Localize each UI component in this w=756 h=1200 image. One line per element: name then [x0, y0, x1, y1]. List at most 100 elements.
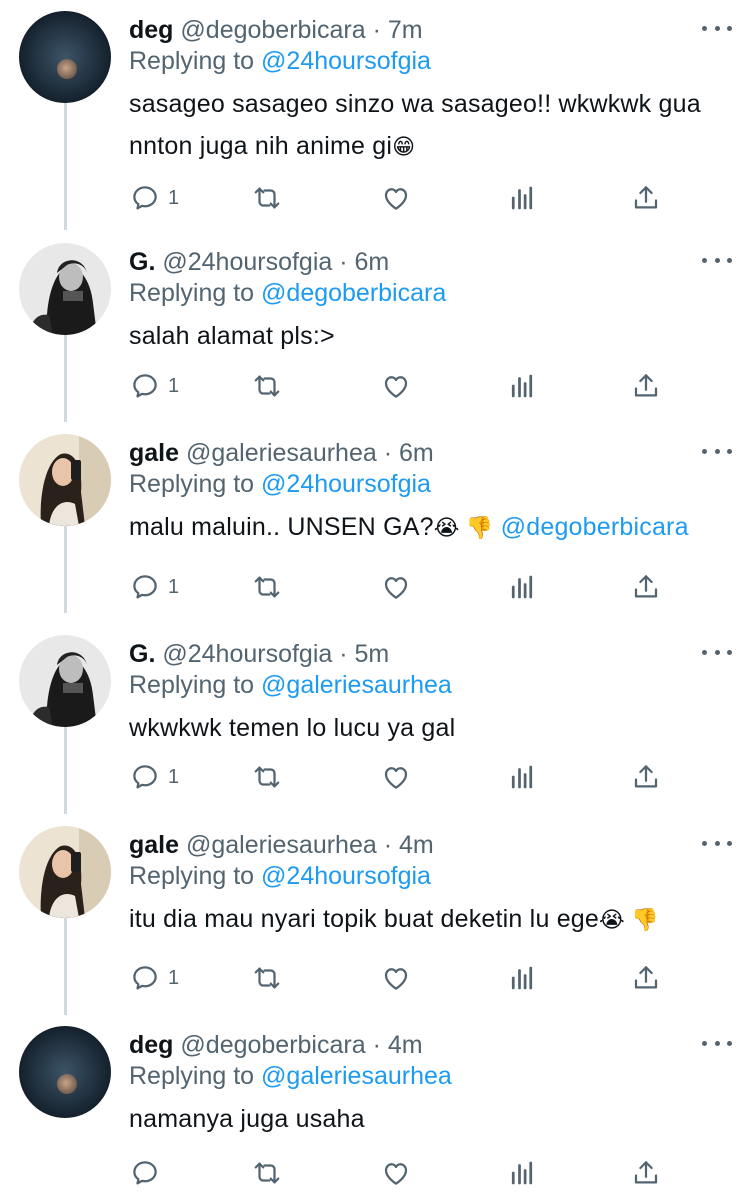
mirror-selfie-avatar-image [19, 434, 111, 526]
reply-count: 1 [168, 765, 180, 788]
text-mention[interactable]: @degoberbicara [501, 513, 689, 541]
avatar[interactable] [19, 243, 111, 335]
timestamp[interactable]: 6m [399, 439, 434, 467]
share-button[interactable] [631, 567, 661, 607]
tweet-text-line: salah alamat pls:> [129, 322, 335, 350]
display-name[interactable]: deg [129, 16, 173, 44]
like-button[interactable] [381, 567, 411, 607]
reply-icon [133, 966, 157, 990]
tweet[interactable]: G. @24hoursofgia · 5m Replying to @galer… [0, 624, 756, 814]
reply-button[interactable]: 1 [130, 958, 179, 998]
more-icon[interactable] [702, 18, 732, 38]
tweet[interactable]: gale @galeriesaurhea · 6m Replying to @2… [0, 423, 756, 613]
analytics-button[interactable] [507, 958, 537, 998]
tweet-text-line: itu dia mau nyari topik buat deketin lu … [129, 898, 729, 941]
timestamp[interactable]: 4m [399, 831, 434, 859]
tweet[interactable]: deg @degoberbicara · 4m Replying to @gal… [0, 1015, 756, 1200]
replying-to-mention[interactable]: @degoberbicara [261, 279, 446, 307]
tweet-header: deg @degoberbicara · 7m [129, 15, 423, 45]
retweet-icon [254, 766, 280, 788]
display-name[interactable]: gale [129, 439, 179, 467]
replying-to-label: Replying to [129, 1062, 255, 1090]
retweet-button[interactable] [252, 958, 282, 998]
retweet-button[interactable] [252, 567, 282, 607]
like-button[interactable] [381, 178, 411, 218]
tweet-text: malu maluin.. UNSEN GA?😭 👎 @degoberbicar… [129, 506, 729, 549]
tweet[interactable]: gale @galeriesaurhea · 4m Replying to @2… [0, 815, 756, 1015]
display-name[interactable]: gale [129, 831, 179, 859]
more-icon[interactable] [702, 250, 732, 270]
tweet[interactable]: deg @degoberbicara · 7m Replying to @24h… [0, 0, 756, 230]
display-name[interactable]: G. [129, 640, 155, 668]
tweet[interactable]: G. @24hoursofgia · 6m Replying to @degob… [0, 232, 756, 422]
avatar[interactable] [19, 1026, 111, 1118]
handle[interactable]: @galeriesaurhea [186, 439, 377, 467]
replying-to-mention[interactable]: @24hoursofgia [261, 470, 431, 498]
retweet-button[interactable] [252, 178, 282, 218]
share-button[interactable] [631, 958, 661, 998]
separator-dot: · [339, 248, 348, 276]
avatar[interactable] [19, 635, 111, 727]
display-name[interactable]: G. [129, 248, 155, 276]
avatar[interactable] [19, 826, 111, 918]
retweet-button[interactable] [252, 366, 282, 406]
analytics-button[interactable] [507, 567, 537, 607]
timestamp[interactable]: 4m [388, 1031, 423, 1059]
retweet-button[interactable] [252, 1153, 282, 1193]
like-button[interactable] [381, 958, 411, 998]
share-icon [634, 186, 658, 209]
more-icon[interactable] [702, 441, 732, 461]
handle[interactable]: @degoberbicara [180, 16, 365, 44]
share-button[interactable] [631, 178, 661, 218]
handle[interactable]: @galeriesaurhea [186, 831, 377, 859]
handle[interactable]: @degoberbicara [180, 1031, 365, 1059]
more-icon[interactable] [702, 642, 732, 662]
display-name[interactable]: deg [129, 1031, 173, 1059]
tweet-header: gale @galeriesaurhea · 6m [129, 438, 434, 468]
analytics-button[interactable] [507, 757, 537, 797]
reply-button[interactable]: 1 [130, 567, 179, 607]
timestamp[interactable]: 5m [355, 640, 390, 668]
reply-button[interactable]: 1 [130, 366, 179, 406]
like-button[interactable] [381, 1153, 411, 1193]
tweet-text-line: nnton juga nih anime gi😁 [129, 125, 729, 168]
reply-button[interactable] [130, 1153, 168, 1193]
retweet-button[interactable] [252, 757, 282, 797]
share-button[interactable] [631, 757, 661, 797]
share-button[interactable] [631, 1153, 661, 1193]
more-icon[interactable] [702, 1033, 732, 1053]
replying-to-mention[interactable]: @24hoursofgia [261, 47, 431, 75]
like-button[interactable] [381, 757, 411, 797]
tweet-text: sasageo sasageo sinzo wa sasageo!! wkwkw… [129, 83, 729, 168]
like-icon [384, 968, 408, 990]
avatar[interactable] [19, 11, 111, 103]
replying-to-mention[interactable]: @24hoursofgia [261, 862, 431, 890]
analytics-button[interactable] [507, 178, 537, 218]
separator-dot: · [383, 831, 393, 859]
timestamp[interactable]: 7m [388, 16, 423, 44]
reply-button[interactable]: 1 [130, 757, 179, 797]
analytics-button[interactable] [507, 366, 537, 406]
analytics-icon [511, 1161, 533, 1185]
reply-count: 1 [168, 374, 180, 397]
handle[interactable]: @24hoursofgia [162, 640, 332, 668]
share-button[interactable] [631, 366, 661, 406]
replying-to-label: Replying to [129, 862, 255, 890]
handle[interactable]: @24hoursofgia [162, 248, 332, 276]
tweet-text-segment: malu maluin.. UNSEN GA? [129, 513, 434, 541]
reply-button[interactable]: 1 [130, 178, 179, 218]
tweet-text: salah alamat pls:> [129, 315, 729, 357]
retweet-icon [254, 576, 280, 598]
avatar[interactable] [19, 434, 111, 526]
moon-avatar-image [19, 11, 111, 103]
like-icon [384, 577, 408, 599]
timestamp[interactable]: 6m [355, 248, 390, 276]
share-icon [634, 966, 658, 989]
like-button[interactable] [381, 366, 411, 406]
tweet-text: wkwkwk temen lo lucu ya gal [129, 707, 729, 749]
like-icon [384, 1163, 408, 1185]
replying-to-mention[interactable]: @galeriesaurhea [261, 1062, 452, 1090]
more-icon[interactable] [702, 833, 732, 853]
replying-to-mention[interactable]: @galeriesaurhea [261, 671, 452, 699]
analytics-button[interactable] [507, 1153, 537, 1193]
